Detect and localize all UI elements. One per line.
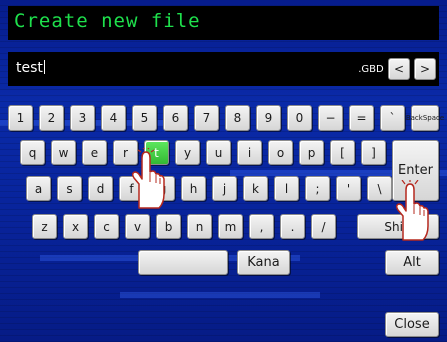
- tap-hand-icon: [131, 148, 165, 209]
- key-row3-0[interactable]: a: [26, 176, 51, 201]
- key-row4-6[interactable]: m: [218, 214, 243, 239]
- title-bar: Create new file: [8, 6, 439, 40]
- key-row4-4[interactable]: b: [156, 214, 181, 239]
- key-row3-6[interactable]: j: [212, 176, 237, 201]
- filename-value: test: [16, 60, 43, 76]
- key-row2-7[interactable]: i: [237, 140, 262, 165]
- key-row3-8[interactable]: l: [274, 176, 299, 201]
- page-title: Create new file: [14, 10, 201, 32]
- key-row3-10[interactable]: ': [336, 176, 361, 201]
- key-row2-1[interactable]: w: [51, 140, 76, 165]
- cursor-left-button[interactable]: <: [388, 58, 410, 80]
- key-row3-5[interactable]: h: [181, 176, 206, 201]
- key-row4-8[interactable]: .: [280, 214, 305, 239]
- key-row1-5[interactable]: 6: [163, 105, 188, 131]
- key-row4-5[interactable]: n: [187, 214, 212, 239]
- key-row2-8[interactable]: o: [268, 140, 293, 165]
- key-row4-1[interactable]: x: [63, 214, 88, 239]
- background-streak: [120, 292, 320, 298]
- close-button[interactable]: Close: [385, 312, 439, 337]
- alt-button[interactable]: Alt: [385, 250, 439, 275]
- key-row1-8[interactable]: 9: [256, 105, 281, 131]
- backspace-label-line1: Back: [405, 113, 423, 122]
- key-row1-12[interactable]: `: [380, 105, 405, 131]
- key-row1-0[interactable]: 1: [8, 105, 33, 131]
- kana-button[interactable]: Kana: [237, 250, 290, 275]
- key-row4-0[interactable]: z: [32, 214, 57, 239]
- key-row3-9[interactable]: ;: [305, 176, 330, 201]
- backspace-label-line2: Space: [422, 114, 445, 122]
- key-row1-11[interactable]: =: [349, 105, 374, 131]
- tap-hand-icon: [395, 180, 429, 241]
- file-extension: .GBD: [358, 63, 384, 75]
- key-row2-11[interactable]: ]: [361, 140, 386, 165]
- key-row4-9[interactable]: /: [311, 214, 336, 239]
- key-row2-5[interactable]: y: [175, 140, 200, 165]
- key-row1-7[interactable]: 8: [225, 105, 250, 131]
- space-key[interactable]: [138, 250, 228, 275]
- key-row1-1[interactable]: 2: [39, 105, 64, 131]
- key-row4-3[interactable]: v: [125, 214, 150, 239]
- text-caret: [43, 60, 45, 74]
- filename-input[interactable]: test: [16, 60, 45, 76]
- key-row1-10[interactable]: −: [318, 105, 343, 131]
- key-row3-11[interactable]: \: [367, 176, 392, 201]
- filename-bar: test .GBD < >: [8, 52, 439, 86]
- key-row1-9[interactable]: 0: [287, 105, 312, 131]
- key-row3-7[interactable]: k: [243, 176, 268, 201]
- key-row2-9[interactable]: p: [299, 140, 324, 165]
- key-row2-10[interactable]: [: [330, 140, 355, 165]
- key-row2-0[interactable]: q: [20, 140, 45, 165]
- cursor-right-button[interactable]: >: [414, 58, 436, 80]
- key-row4-7[interactable]: ,: [249, 214, 274, 239]
- file-name-keyboard-screen: Create new file test .GBD < > 1234567890…: [0, 0, 447, 342]
- key-row3-2[interactable]: d: [88, 176, 113, 201]
- key-row1-3[interactable]: 4: [101, 105, 126, 131]
- key-row2-2[interactable]: e: [82, 140, 107, 165]
- key-row1-2[interactable]: 3: [70, 105, 95, 131]
- key-row3-1[interactable]: s: [57, 176, 82, 201]
- key-row4-2[interactable]: c: [94, 214, 119, 239]
- key-row1-6[interactable]: 7: [194, 105, 219, 131]
- backspace-key[interactable]: Back Space: [406, 105, 444, 131]
- key-row2-6[interactable]: u: [206, 140, 231, 165]
- key-row1-4[interactable]: 5: [132, 105, 157, 131]
